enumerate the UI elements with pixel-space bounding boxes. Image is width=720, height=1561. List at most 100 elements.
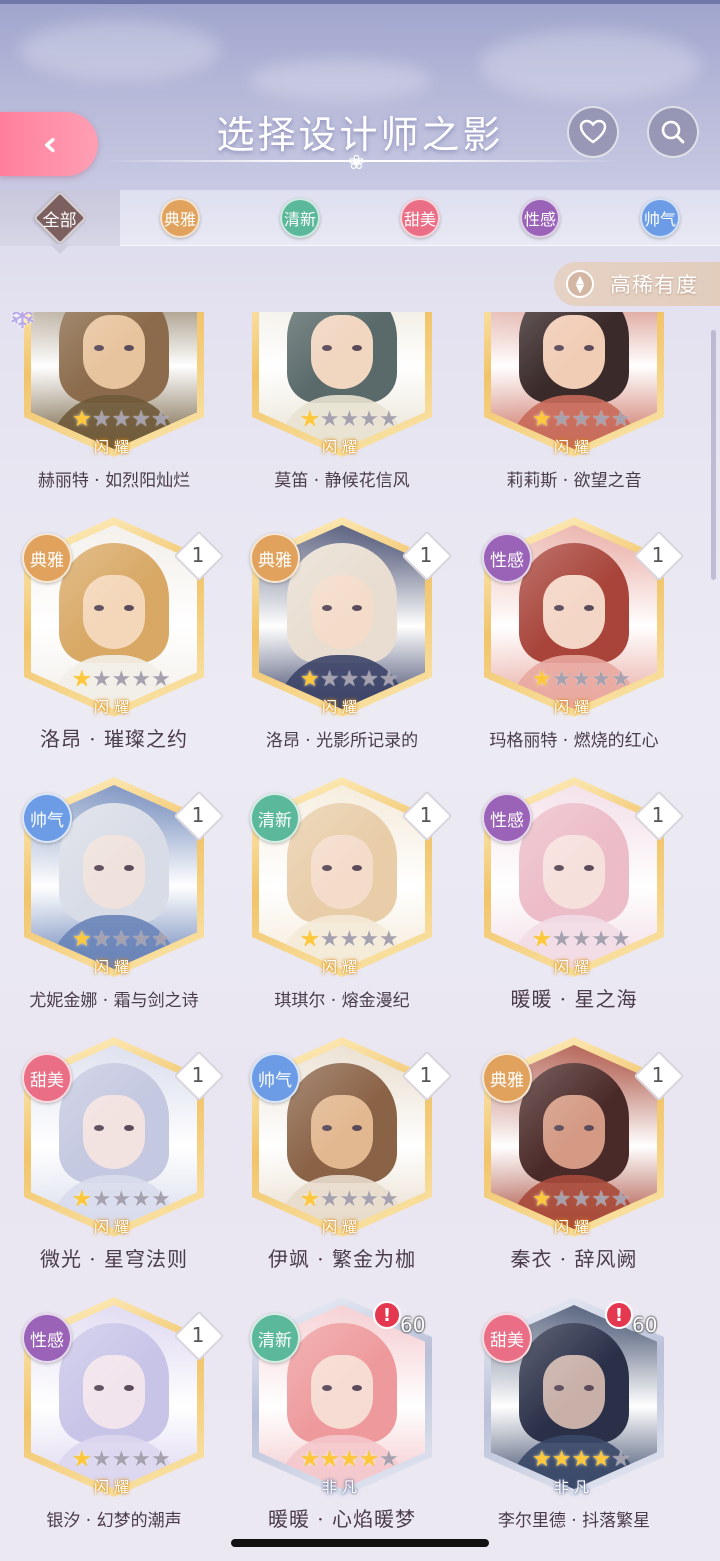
designer-card[interactable]: ★ ★ ★ ★ ★ 闪耀 帅气 1 伊飒 · 繁金为枷 <box>228 1037 456 1297</box>
rarity-label: 闪耀 <box>553 697 594 716</box>
tab-sexy[interactable]: 性感 <box>480 190 600 246</box>
designer-card[interactable]: ★ ★ ★ ★ ★ 闪耀 清新 1 琪琪尔 · 熔金漫纪 <box>228 777 456 1037</box>
sort-updown-icon: ▲ ▼ <box>566 270 594 298</box>
snowflake-icon: ❄ <box>8 312 37 337</box>
rarity-label: 闪耀 <box>321 697 362 716</box>
star-icon: ★ <box>591 927 611 952</box>
designer-name: 莫笛 · 静候花信风 <box>274 471 410 491</box>
star-icon: ★ <box>551 667 572 692</box>
tab-badge: 性感 <box>520 198 560 238</box>
star-rating: ★ ★ ★ ★ ★ <box>300 667 399 693</box>
designer-name: 琪琪尔 · 熔金漫纪 <box>274 991 410 1011</box>
star-icon: ★ <box>131 667 151 692</box>
rarity-label: 非凡 <box>321 1477 362 1496</box>
active-tab-pointer <box>50 244 70 254</box>
designer-card[interactable]: ★ ★ ★ ★ ★ 闪耀 性感 1 银汐 · 幻梦的潮声 <box>0 1297 228 1557</box>
star-icon: ★ <box>319 927 340 952</box>
star-rating: ★ ★ ★ ★ ★ <box>532 927 631 953</box>
sort-label: 高稀有度 <box>610 273 698 297</box>
star-icon: ★ <box>551 927 572 952</box>
star-rating: ★ ★ ★ ★ ★ <box>72 927 171 953</box>
star-icon: ★ <box>319 407 340 432</box>
scrollbar[interactable] <box>711 330 716 580</box>
designer-card[interactable]: ★ ★ ★ ★ ★ 闪耀 莫笛 · 静候花信风 <box>228 312 456 517</box>
owned-count-badge: 1 <box>638 535 678 575</box>
star-rating: ★ ★ ★ ★ ★ <box>300 407 399 433</box>
designer-card[interactable]: ★ ★ ★ ★ ★ 闪耀 典雅 1 洛昂 · 璀璨之约 <box>0 517 228 777</box>
star-icon: ★ <box>610 1447 631 1472</box>
designer-name: 赫丽特 · 如烈阳灿烂 <box>37 471 191 491</box>
rarity-label: 闪耀 <box>553 957 594 976</box>
tab-all[interactable]: 全部 <box>0 190 120 246</box>
tab-elegant[interactable]: 典雅 <box>120 190 240 246</box>
tab-fresh[interactable]: 清新 <box>240 190 360 246</box>
star-icon: ★ <box>111 407 132 432</box>
owned-count-badge: 1 <box>406 1055 446 1095</box>
tab-sweet[interactable]: 甜美 <box>360 190 480 246</box>
designer-grid: ★ ★ ★ ★ ★ 闪耀 ❄ 赫丽特 · 如烈阳灿烂 ★ ★ ★ ★ ★ 闪耀 莫笛 · 静候花信风 ★ ★ ★ ★… <box>0 312 720 1561</box>
designer-name: 伊飒 · 繁金为枷 <box>267 1247 417 1271</box>
style-type-badge: 典雅 <box>250 533 300 583</box>
owned-count-badge: 1 <box>178 795 218 835</box>
designer-name: 莉莉斯 · 欲望之音 <box>506 471 642 491</box>
style-type-badge: 甜美 <box>22 1053 72 1103</box>
designer-card[interactable]: ★ ★ ★ ★ ★ 闪耀 甜美 1 微光 · 星穹法则 <box>0 1037 228 1297</box>
owned-count-badge: 1 <box>638 1055 678 1095</box>
star-icon: ★ <box>91 927 112 952</box>
rarity-label: 闪耀 <box>553 1217 594 1236</box>
rarity-label: 闪耀 <box>93 957 134 976</box>
style-type-badge: 甜美 <box>482 1313 532 1363</box>
alert-icon: ! <box>605 1301 633 1329</box>
tab-cool[interactable]: 帅气 <box>600 190 720 246</box>
designer-card[interactable]: ★ ★ ★ ★ ★ 闪耀 性感 1 暖暖 · 星之海 <box>460 777 688 1037</box>
star-icon: ★ <box>72 1447 92 1472</box>
owned-count-badge: 1 <box>178 535 218 575</box>
designer-card[interactable]: ★ ★ ★ ★ ★ 闪耀 ❄ 赫丽特 · 如烈阳灿烂 <box>0 312 228 517</box>
alert-icon: ! <box>373 1301 401 1329</box>
designer-card[interactable]: ★ ★ ★ ★ ★ 闪耀 帅气 1 尤妮金娜 · 霜与剑之诗 <box>0 777 228 1037</box>
designer-card[interactable]: ★ ★ ★ ★ ★ 非凡 清新! 60 暖暖 · 心焰暖梦 <box>228 1297 456 1557</box>
designer-card[interactable]: ★ ★ ★ ★ ★ 闪耀 性感 1 玛格丽特 · 燃烧的红心 <box>460 517 688 777</box>
designer-name: 玛格丽特 · 燃烧的红心 <box>489 731 659 751</box>
star-icon: ★ <box>359 407 379 432</box>
star-rating: ★ ★ ★ ★ ★ <box>532 1187 631 1213</box>
star-icon: ★ <box>111 1187 132 1212</box>
home-indicator <box>231 1539 489 1547</box>
star-icon: ★ <box>571 407 592 432</box>
star-icon: ★ <box>359 1447 379 1472</box>
owned-count-badge: 1 <box>406 795 446 835</box>
shard-count: 60 <box>400 1313 426 1337</box>
rarity-label: 闪耀 <box>93 1477 134 1496</box>
star-icon: ★ <box>150 407 171 432</box>
star-icon: ★ <box>111 1447 132 1472</box>
designer-card[interactable]: ★ ★ ★ ★ ★ 闪耀 典雅 1 洛昂 · 光影所记录的 <box>228 517 456 777</box>
heart-icon <box>579 119 607 144</box>
star-icon: ★ <box>72 407 92 432</box>
star-icon: ★ <box>339 1447 360 1472</box>
star-icon: ★ <box>72 1187 92 1212</box>
star-rating: ★ ★ ★ ★ ★ <box>300 1447 399 1473</box>
designer-name: 尤妮金娜 · 霜与剑之诗 <box>29 991 199 1011</box>
tab-badge: 帅气 <box>640 198 680 238</box>
star-icon: ★ <box>300 927 320 952</box>
star-icon: ★ <box>300 667 320 692</box>
designer-card[interactable]: ★ ★ ★ ★ ★ 闪耀 莉莉斯 · 欲望之音 <box>460 312 688 517</box>
rarity-label: 闪耀 <box>93 697 134 716</box>
star-icon: ★ <box>359 1187 379 1212</box>
star-icon: ★ <box>339 1187 360 1212</box>
search-button[interactable] <box>647 106 699 158</box>
star-icon: ★ <box>339 927 360 952</box>
star-rating: ★ ★ ★ ★ ★ <box>72 667 171 693</box>
designer-card[interactable]: ★ ★ ★ ★ ★ 非凡 甜美! 60 李尔里德 · 抖落繁星 <box>460 1297 688 1557</box>
designer-name: 暖暖 · 心焰暖梦 <box>267 1507 417 1531</box>
owned-count-badge: 1 <box>178 1315 218 1355</box>
designer-name: 洛昂 · 璀璨之约 <box>39 727 189 751</box>
sort-button[interactable]: ▲ ▼ 高稀有度 <box>554 262 720 306</box>
favorite-button[interactable] <box>567 106 619 158</box>
designer-card[interactable]: ★ ★ ★ ★ ★ 闪耀 典雅 1 秦衣 · 辞风阙 <box>460 1037 688 1297</box>
owned-count-badge: 1 <box>178 1055 218 1095</box>
star-icon: ★ <box>610 1187 631 1212</box>
star-icon: ★ <box>72 667 92 692</box>
style-type-badge: 典雅 <box>482 1053 532 1103</box>
star-icon: ★ <box>131 1447 151 1472</box>
